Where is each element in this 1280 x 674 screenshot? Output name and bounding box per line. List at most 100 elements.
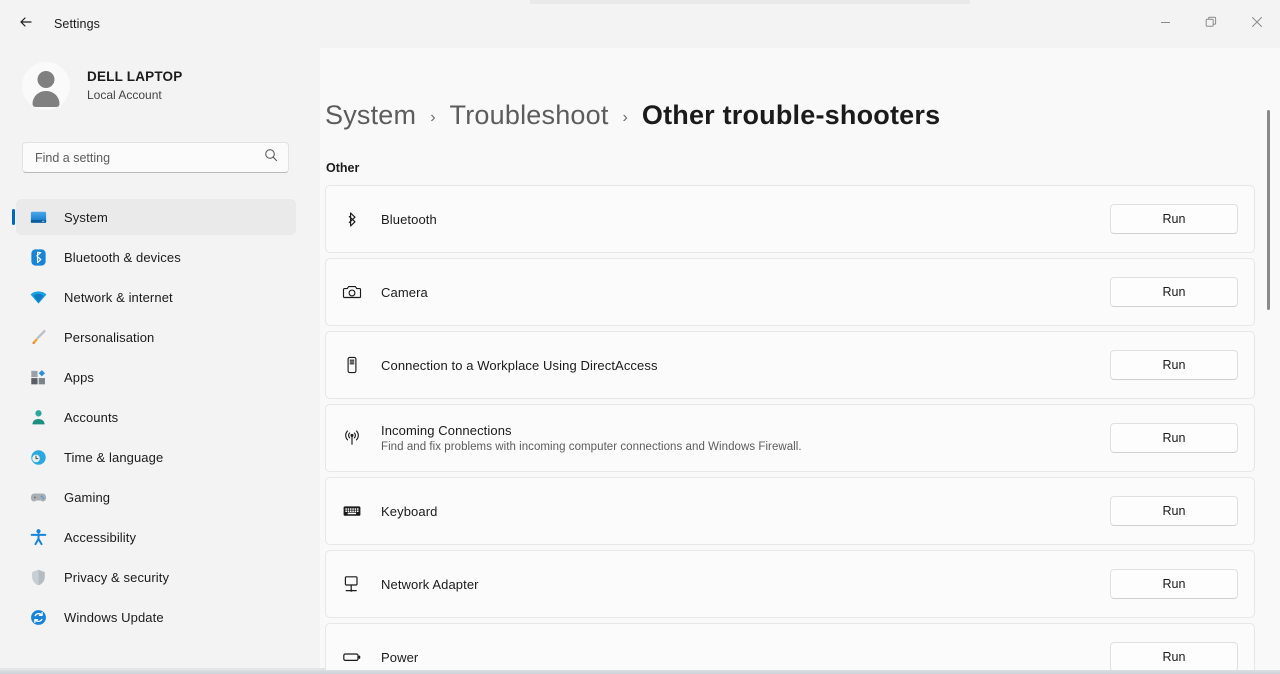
close-button[interactable]: [1234, 0, 1280, 48]
monitor-icon: [28, 207, 48, 227]
troubleshooter-list: Bluetooth Run Camera: [325, 185, 1256, 674]
run-button[interactable]: Run: [1110, 569, 1238, 599]
sidebar-item-gaming[interactable]: Gaming: [16, 479, 296, 515]
update-icon: [28, 607, 48, 627]
gamepad-icon: [28, 487, 48, 507]
troubleshooter-title: Power: [381, 650, 1110, 665]
settings-window: Settings: [0, 0, 1280, 674]
main-content: System › Troubleshoot › Other trouble-sh…: [320, 48, 1280, 674]
breadcrumb-separator: ›: [623, 109, 628, 127]
sidebar-nav: System Bluetooth & devices: [0, 199, 320, 635]
minimize-icon: [1160, 15, 1171, 33]
search-box[interactable]: [22, 142, 289, 173]
restore-icon: [1205, 15, 1217, 33]
troubleshooter-title: Incoming Connections: [381, 423, 1110, 438]
clock-globe-icon: [28, 447, 48, 467]
apps-icon: [28, 367, 48, 387]
sidebar-item-label: Accounts: [64, 410, 118, 425]
sidebar-item-apps[interactable]: Apps: [16, 359, 296, 395]
troubleshooter-subtitle: Find and fix problems with incoming comp…: [381, 441, 1110, 453]
troubleshooter-title: Camera: [381, 285, 1110, 300]
sidebar-item-bluetooth-devices[interactable]: Bluetooth & devices: [16, 239, 296, 275]
sidebar-item-label: Network & internet: [64, 290, 173, 305]
run-button[interactable]: Run: [1110, 204, 1238, 234]
breadcrumb-item-troubleshoot[interactable]: Troubleshoot: [450, 100, 609, 131]
troubleshooter-row-power: Power Run: [325, 623, 1255, 674]
troubleshooter-text: Power: [381, 650, 1110, 665]
troubleshooter-title: Connection to a Workplace Using DirectAc…: [381, 358, 1110, 373]
sidebar-item-privacy-security[interactable]: Privacy & security: [16, 559, 296, 595]
window-controls: [1142, 0, 1280, 48]
battery-icon: [340, 645, 364, 669]
run-button[interactable]: Run: [1110, 423, 1238, 453]
sidebar-item-label: System: [64, 210, 108, 225]
sidebar: DELL LAPTOP Local Account: [0, 48, 320, 674]
window-title: Settings: [54, 17, 100, 31]
search-input[interactable]: [35, 151, 264, 165]
window-body: DELL LAPTOP Local Account: [0, 48, 1280, 674]
sidebar-item-label: Personalisation: [64, 330, 154, 345]
shield-icon: [28, 567, 48, 587]
troubleshooter-row-bluetooth: Bluetooth Run: [325, 185, 1255, 253]
sidebar-item-personalisation[interactable]: Personalisation: [16, 319, 296, 355]
sidebar-item-label: Time & language: [64, 450, 163, 465]
paintbrush-icon: [28, 327, 48, 347]
breadcrumb-separator: ›: [430, 109, 435, 127]
troubleshooter-row-network-adapter: Network Adapter Run: [325, 550, 1255, 618]
troubleshooter-text: Camera: [381, 285, 1110, 300]
troubleshooter-title: Network Adapter: [381, 577, 1110, 592]
troubleshooter-row-incoming-connections: Incoming Connections Find and fix proble…: [325, 404, 1255, 472]
account-block[interactable]: DELL LAPTOP Local Account: [22, 54, 320, 118]
person-icon: [28, 407, 48, 427]
sidebar-item-accounts[interactable]: Accounts: [16, 399, 296, 435]
run-button[interactable]: Run: [1110, 277, 1238, 307]
troubleshooter-text: Keyboard: [381, 504, 1110, 519]
title-bar: Settings: [0, 0, 1280, 48]
breadcrumb: System › Troubleshoot › Other trouble-sh…: [325, 100, 1256, 131]
troubleshooter-row-camera: Camera Run: [325, 258, 1255, 326]
troubleshooter-title: Keyboard: [381, 504, 1110, 519]
troubleshooter-row-keyboard: Keyboard Run: [325, 477, 1255, 545]
wifi-icon: [28, 287, 48, 307]
breadcrumb-item-system[interactable]: System: [325, 100, 416, 131]
sidebar-item-accessibility[interactable]: Accessibility: [16, 519, 296, 555]
sidebar-item-network-internet[interactable]: Network & internet: [16, 279, 296, 315]
close-icon: [1251, 15, 1263, 33]
keyboard-icon: [340, 499, 364, 523]
accessibility-icon: [28, 527, 48, 547]
page-title: Other trouble-shooters: [642, 100, 940, 131]
main-scrollbar[interactable]: [1262, 48, 1276, 674]
run-button[interactable]: Run: [1110, 350, 1238, 380]
search-icon: [264, 148, 278, 167]
troubleshooter-text: Bluetooth: [381, 212, 1110, 227]
account-name: DELL LAPTOP: [87, 68, 182, 86]
back-button[interactable]: [8, 8, 44, 40]
run-button[interactable]: Run: [1110, 496, 1238, 526]
scrollbar-thumb[interactable]: [1267, 110, 1270, 310]
troubleshooter-text: Incoming Connections Find and fix proble…: [381, 423, 1110, 453]
account-subtitle: Local Account: [87, 88, 182, 104]
account-text: DELL LAPTOP Local Account: [87, 68, 182, 103]
sidebar-item-label: Bluetooth & devices: [64, 250, 181, 265]
sidebar-item-label: Accessibility: [64, 530, 136, 545]
sidebar-item-label: Windows Update: [64, 610, 164, 625]
camera-icon: [340, 280, 364, 304]
minimize-button[interactable]: [1142, 0, 1188, 48]
troubleshooter-text: Network Adapter: [381, 577, 1110, 592]
network-monitor-icon: [340, 572, 364, 596]
sidebar-item-label: Gaming: [64, 490, 110, 505]
run-button[interactable]: Run: [1110, 642, 1238, 672]
troubleshooter-row-directaccess: Connection to a Workplace Using DirectAc…: [325, 331, 1255, 399]
maximize-button[interactable]: [1188, 0, 1234, 48]
sidebar-item-windows-update[interactable]: Windows Update: [16, 599, 296, 635]
bluetooth-icon: [340, 207, 364, 231]
sidebar-item-time-language[interactable]: Time & language: [16, 439, 296, 475]
sidebar-item-system[interactable]: System: [16, 199, 296, 235]
sidebar-item-label: Apps: [64, 370, 94, 385]
back-arrow-icon: [18, 14, 34, 35]
section-label-other: Other: [326, 161, 1256, 175]
sidebar-item-label: Privacy & security: [64, 570, 169, 585]
mobile-device-icon: [340, 353, 364, 377]
avatar: [22, 62, 70, 110]
troubleshooter-text: Connection to a Workplace Using DirectAc…: [381, 358, 1110, 373]
